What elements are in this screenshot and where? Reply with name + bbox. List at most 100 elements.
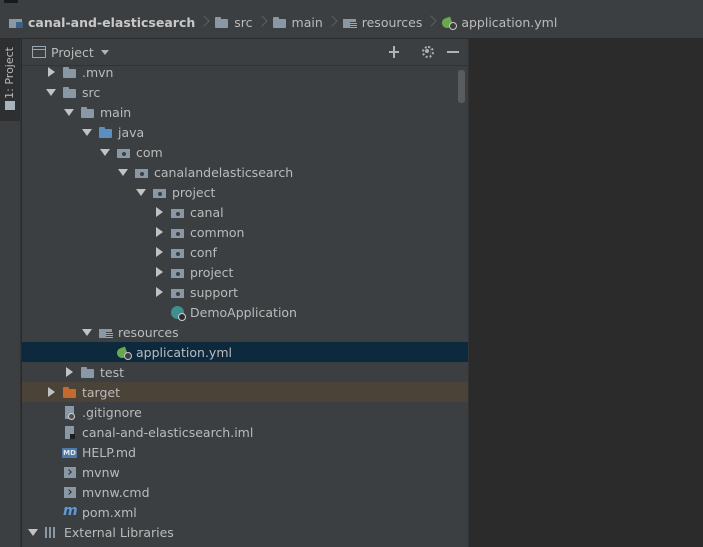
expand-arrow-icon[interactable] [80, 322, 94, 342]
tree-item-label: mvnw [82, 464, 120, 480]
project-tool-window-tab[interactable]: 1: Project [0, 39, 20, 121]
spring-config-icon [441, 16, 458, 30]
tree-row[interactable]: com [22, 142, 468, 162]
collapse-arrow-icon[interactable] [152, 222, 166, 242]
tree-item-label: com [136, 144, 163, 160]
collapse-arrow-icon[interactable] [152, 282, 166, 302]
breadcrumb-item-project[interactable]: canal-and-elasticsearch [8, 6, 195, 39]
collapse-arrow-icon[interactable] [152, 202, 166, 222]
tree-row[interactable]: support [22, 282, 468, 302]
tree-item-label: .gitignore [82, 404, 142, 420]
breadcrumb-item-main[interactable]: main [272, 6, 323, 39]
tree-row[interactable]: resources [22, 322, 468, 342]
maven-file-icon [62, 503, 78, 519]
breadcrumb-separator-icon [258, 15, 266, 29]
package-icon [116, 146, 132, 159]
tree-row[interactable]: DemoApplication [22, 302, 468, 322]
collapse-arrow-icon[interactable] [152, 242, 166, 262]
package-icon [170, 206, 186, 219]
tree-row[interactable]: project [22, 182, 468, 202]
tree-item-label: mvnw.cmd [82, 484, 150, 500]
tree-row[interactable]: .mvn [22, 66, 468, 82]
expand-arrow-icon[interactable] [44, 82, 58, 102]
tree-row[interactable]: External Libraries [22, 522, 468, 542]
tree-item-label: canal [190, 204, 224, 220]
tree-item-label: application.yml [136, 344, 232, 360]
spring-boot-class-icon [170, 305, 186, 321]
tree-item-label: test [100, 364, 125, 380]
tree-item-label: External Libraries [64, 524, 174, 540]
expand-arrow-icon[interactable] [134, 182, 148, 202]
collapse-arrow-icon[interactable] [62, 362, 76, 382]
package-icon [134, 166, 150, 179]
gear-icon[interactable] [421, 45, 435, 59]
tree-row[interactable]: .gitignore [22, 402, 468, 422]
project-view-selector[interactable]: Project [51, 45, 94, 60]
package-icon [170, 246, 186, 259]
tree-item-label: main [100, 104, 132, 120]
expand-arrow-icon[interactable] [80, 122, 94, 142]
resources-folder-icon [342, 16, 358, 29]
breadcrumb-label: canal-and-elasticsearch [28, 14, 196, 30]
collapse-arrow-icon[interactable] [44, 66, 58, 82]
tree-row[interactable]: pom.xml [22, 502, 468, 522]
project-tree: .mvn src main java com canalandelasticsearch p… [22, 66, 468, 547]
tree-row[interactable]: canalandelasticsearch [22, 162, 468, 182]
project-tab-label: 1: Project [3, 47, 16, 99]
folder-icon [62, 86, 78, 99]
breadcrumb-item-resources[interactable]: resources [342, 6, 422, 39]
breadcrumb-item-application-yml[interactable]: application.yml [441, 6, 557, 39]
tree-row[interactable]: canal-and-elasticsearch.iml [22, 422, 468, 442]
folder-icon [5, 101, 15, 110]
tree-row[interactable]: conf [22, 242, 468, 262]
expand-arrow-icon[interactable] [26, 522, 40, 542]
libraries-icon [44, 526, 60, 539]
excluded-folder-icon [62, 386, 78, 399]
breadcrumb-label: main [291, 14, 323, 30]
tree-row[interactable]: HELP.md [22, 442, 468, 462]
package-icon [170, 286, 186, 299]
tree-row[interactable]: application.yml [22, 342, 468, 362]
title-bar-marker [4, 0, 18, 3]
tree-item-label: support [190, 284, 238, 300]
package-icon [152, 186, 168, 199]
tree-row[interactable]: target [22, 382, 468, 402]
tree-row[interactable]: test [22, 362, 468, 382]
folder-icon [214, 16, 230, 29]
expand-arrow-icon[interactable] [62, 102, 76, 122]
tree-item-label: target [82, 384, 121, 400]
expand-arrow-icon[interactable] [116, 162, 130, 182]
chevron-down-icon[interactable] [100, 49, 109, 55]
breadcrumb-label: application.yml [461, 14, 558, 30]
left-tool-window-strip: 1: Project [0, 39, 21, 547]
tree-row[interactable]: src [22, 82, 468, 102]
breadcrumb-item-src[interactable]: src [214, 6, 253, 39]
collapse-all-icon[interactable] [387, 45, 401, 59]
tree-item-label: pom.xml [82, 504, 137, 520]
hide-panel-icon[interactable] [446, 45, 460, 59]
collapse-arrow-icon[interactable] [44, 382, 58, 402]
collapse-arrow-icon[interactable] [152, 262, 166, 282]
project-view-icon [32, 46, 46, 58]
tree-row[interactable]: canal [22, 202, 468, 222]
breadcrumb-separator-icon [427, 15, 435, 29]
cmd-file-icon [62, 486, 78, 499]
tree-row[interactable]: project [22, 262, 468, 282]
expand-arrow-icon[interactable] [98, 142, 112, 162]
tree-row[interactable]: main [22, 102, 468, 122]
editor-area [468, 39, 703, 547]
tree-row[interactable]: java [22, 122, 468, 142]
tree-scrollbar[interactable] [458, 70, 465, 103]
tree-row[interactable]: mvnw.cmd [22, 482, 468, 502]
tree-item-label: canal-and-elasticsearch.iml [82, 424, 254, 440]
markdown-file-icon [62, 446, 78, 459]
tree-row[interactable]: mvnw [22, 462, 468, 482]
tree-row[interactable]: common [22, 222, 468, 242]
tree-item-label: common [190, 224, 245, 240]
tree-item-label: project [172, 184, 216, 200]
